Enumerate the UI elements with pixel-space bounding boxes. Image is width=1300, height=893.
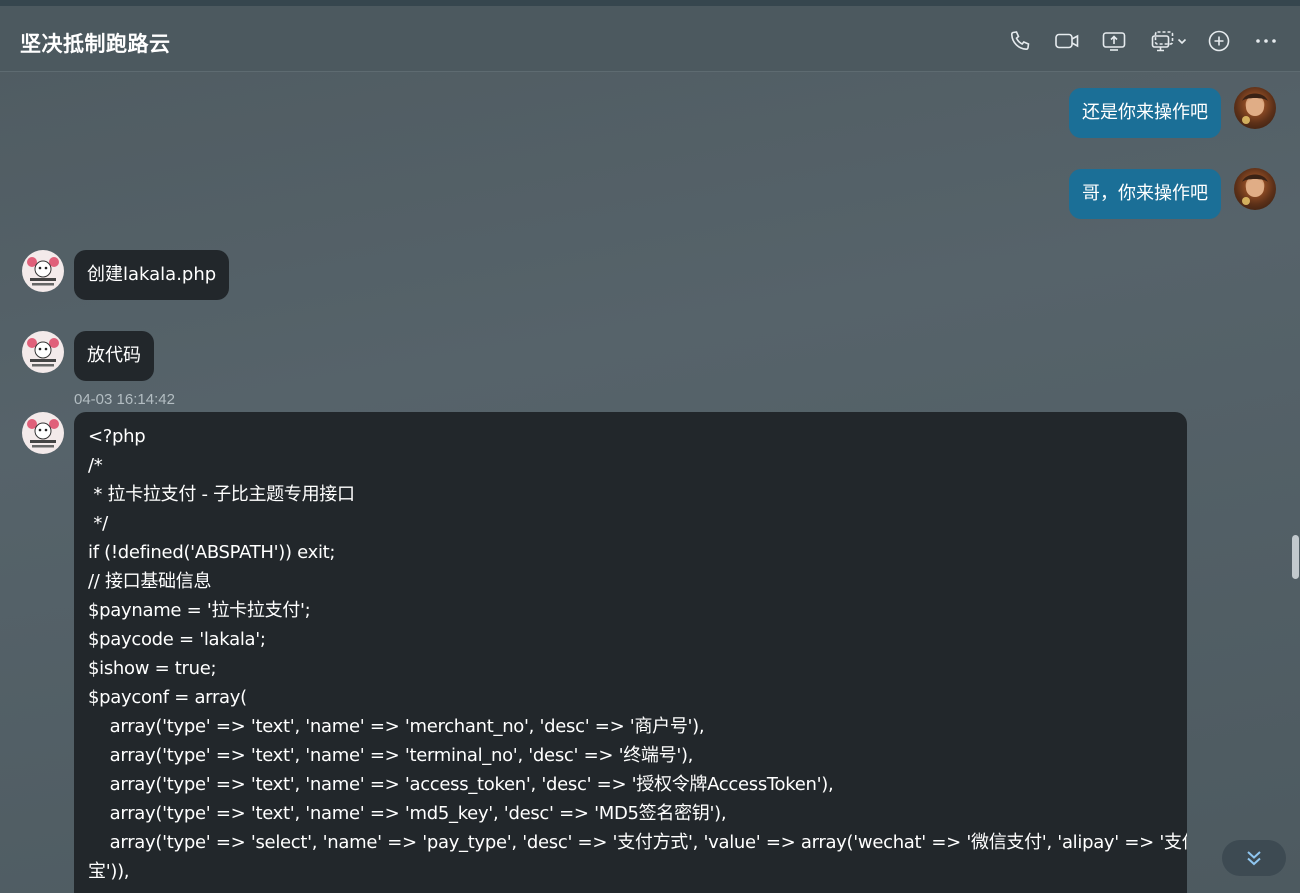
message-bubble-other[interactable]: 放代码 xyxy=(74,331,154,381)
remote-desktop-icon xyxy=(1151,31,1174,52)
user-avatar-image xyxy=(1242,174,1268,205)
chat-header: 坚决抵制跑路云 xyxy=(0,6,1300,72)
message-bubble-self[interactable]: 哥，你来操作吧 xyxy=(1069,169,1221,219)
screen-share-icon xyxy=(1102,32,1126,51)
add-button[interactable] xyxy=(1205,26,1233,56)
code-line: $ishow = true; xyxy=(88,658,217,679)
chevron-down-icon xyxy=(1177,38,1187,45)
code-line: array('type' => 'text', 'name' => 'acces… xyxy=(88,774,834,795)
phone-icon xyxy=(1010,31,1030,51)
double-chevron-down-icon xyxy=(1247,851,1261,866)
code-line: 宝')), xyxy=(88,861,130,882)
code-line: array('type' => 'text', 'name' => 'md5_k… xyxy=(88,803,727,824)
code-line: if (!defined('ABSPATH')) exit; xyxy=(88,542,336,563)
code-message-bubble[interactable]: <?php /* * 拉卡拉支付 - 子比主题专用接口 */ if (!defi… xyxy=(74,412,1187,893)
contact-avatar-image xyxy=(27,257,59,286)
remote-desktop-button[interactable] xyxy=(1147,26,1191,56)
user-avatar-image xyxy=(1242,93,1268,124)
code-line: $payconf = array( xyxy=(88,687,247,708)
add-icon xyxy=(1208,30,1230,52)
avatar[interactable] xyxy=(22,331,64,373)
code-line: array('type' => 'text', 'name' => 'termi… xyxy=(88,745,694,766)
code-line: */ xyxy=(88,513,108,534)
scrollbar-thumb[interactable] xyxy=(1292,535,1299,579)
more-icon xyxy=(1256,39,1276,43)
more-button[interactable] xyxy=(1252,26,1280,56)
code-line: $paycode = 'lakala'; xyxy=(88,629,266,650)
code-line: <?php xyxy=(88,426,146,447)
chat-title: 坚决抵制跑路云 xyxy=(20,32,171,56)
code-line: /* xyxy=(88,455,103,476)
voice-call-button[interactable] xyxy=(1006,26,1034,56)
video-call-button[interactable] xyxy=(1053,26,1081,56)
message-list[interactable]: 还是你来操作吧 哥，你来操作吧 创建lakala.php 放代码 04-03 1… xyxy=(0,73,1290,893)
avatar[interactable] xyxy=(22,250,64,292)
scroll-to-bottom-button[interactable] xyxy=(1222,840,1286,876)
code-line: $payname = '拉卡拉支付'; xyxy=(88,600,311,621)
code-line: array('type' => 'text', 'name' => 'merch… xyxy=(88,716,705,737)
message-bubble-other[interactable]: 创建lakala.php xyxy=(74,250,230,300)
message-timestamp: 04-03 16:14:42 xyxy=(74,391,175,408)
contact-avatar-image xyxy=(27,338,59,367)
avatar[interactable] xyxy=(1234,87,1276,129)
code-line: * 拉卡拉支付 - 子比主题专用接口 xyxy=(88,484,355,505)
message-bubble-self[interactable]: 还是你来操作吧 xyxy=(1069,88,1221,138)
avatar[interactable] xyxy=(22,412,64,454)
code-line: // 接口基础信息 xyxy=(88,571,212,592)
code-line: array('type' => 'select', 'name' => 'pay… xyxy=(88,832,1187,853)
avatar[interactable] xyxy=(1234,168,1276,210)
video-icon xyxy=(1055,33,1079,49)
screen-share-button[interactable] xyxy=(1100,26,1128,56)
contact-avatar-image xyxy=(27,419,59,448)
